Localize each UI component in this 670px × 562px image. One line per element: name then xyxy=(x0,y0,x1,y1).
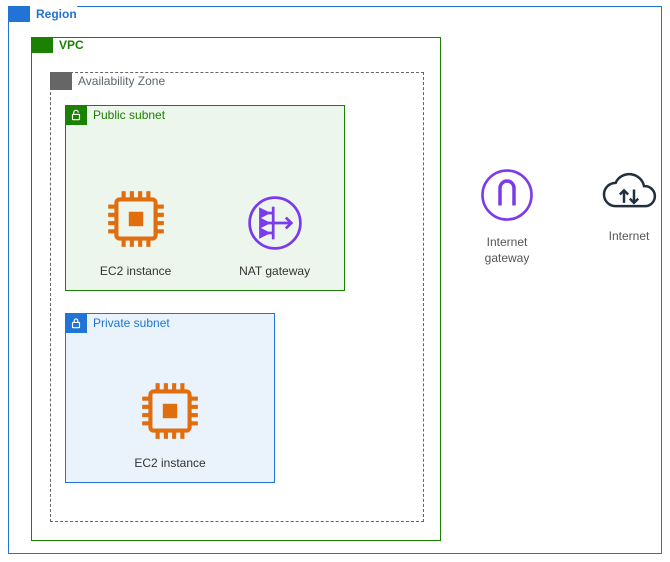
nat-gateway: NAT gateway xyxy=(239,194,310,278)
vpc-tag: VPC xyxy=(31,37,84,53)
internet-gateway-icon xyxy=(479,167,535,223)
ec2-instance-public: EC2 instance xyxy=(100,186,171,278)
private-subnet-tag: Private subnet xyxy=(65,313,170,333)
public-subnet-items: EC2 instance xyxy=(66,186,344,278)
vpc-tag-icon xyxy=(31,37,53,53)
nat-gateway-icon xyxy=(246,194,304,252)
ec2-icon xyxy=(137,378,203,444)
nat-gateway-label: NAT gateway xyxy=(239,264,310,278)
az-tag-icon xyxy=(50,72,72,90)
availability-zone-container: Availability Zone Public subnet xyxy=(50,72,424,522)
ec2-private-label: EC2 instance xyxy=(134,456,205,470)
cloud-icon xyxy=(599,167,659,217)
private-subnet-label: Private subnet xyxy=(93,316,170,330)
ec2-icon xyxy=(103,186,169,252)
az-tag: Availability Zone xyxy=(50,72,165,90)
region-tag-icon xyxy=(8,6,30,22)
region-label: Region xyxy=(36,7,77,21)
vpc-label: VPC xyxy=(59,38,84,52)
internet-label: Internet xyxy=(609,229,650,245)
private-subnet-container: Private subnet xyxy=(65,313,275,483)
ec2-instance-private: EC2 instance xyxy=(134,378,205,470)
region-tag: Region xyxy=(8,6,77,22)
lock-open-icon xyxy=(65,105,87,125)
private-subnet-items: EC2 instance xyxy=(66,378,274,470)
lock-closed-icon xyxy=(65,313,87,333)
internet: Internet xyxy=(599,167,659,245)
internet-gateway-label: Internet gateway xyxy=(485,235,530,266)
public-subnet-container: Public subnet xyxy=(65,105,345,291)
public-subnet-label: Public subnet xyxy=(93,108,165,122)
public-subnet-tag: Public subnet xyxy=(65,105,165,125)
az-label: Availability Zone xyxy=(78,74,165,88)
vpc-container: VPC Availability Zone Public subnet xyxy=(31,37,441,541)
region-container: Region VPC Availability Zone xyxy=(8,6,662,554)
ec2-public-label: EC2 instance xyxy=(100,264,171,278)
internet-gateway: Internet gateway xyxy=(479,167,535,266)
